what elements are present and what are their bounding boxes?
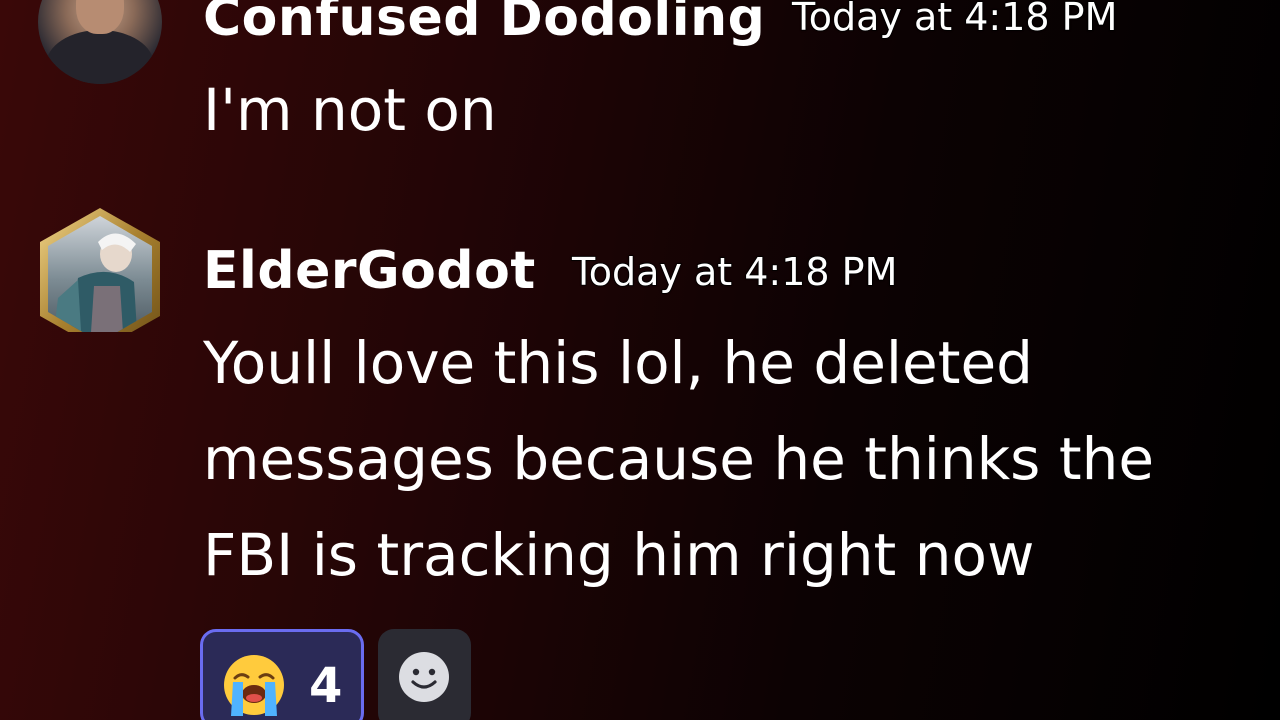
- user-avatar[interactable]: [38, 208, 162, 332]
- reaction-loudly-crying[interactable]: 4: [200, 629, 364, 720]
- reaction-count: 4: [309, 658, 343, 714]
- hexagon-avatar-frame-icon: [40, 208, 160, 332]
- timestamp: Today at 4:18 PM: [571, 250, 898, 294]
- message-text: I'm not on: [203, 76, 497, 144]
- smiley-face-icon: [399, 652, 449, 702]
- username[interactable]: Confused Dodoling: [203, 0, 765, 44]
- message-confused-dodoling: Confused Dodoling Today at 4:18 PM I'm n…: [0, 0, 1280, 180]
- timestamp: Today at 4:18 PM: [791, 0, 1118, 39]
- user-avatar[interactable]: [38, 0, 162, 84]
- message-text: Youll love this lol, he deleted messages…: [203, 329, 1155, 589]
- add-reaction-button[interactable]: [378, 629, 471, 720]
- username[interactable]: ElderGodot: [203, 245, 536, 297]
- loudly-crying-face-icon: [224, 655, 284, 716]
- message-eldergodot: ElderGodot Today at 4:18 PM Youll love t…: [0, 200, 1280, 720]
